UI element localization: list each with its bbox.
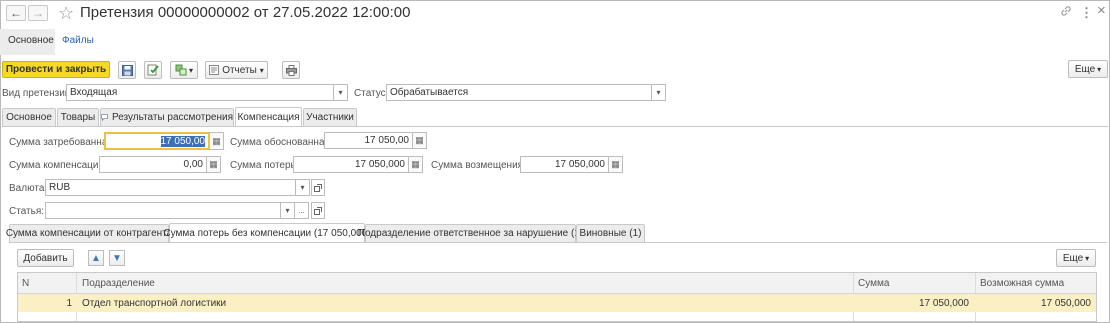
- forward-button[interactable]: →: [28, 5, 48, 21]
- arrow-left-icon: ←: [10, 6, 22, 20]
- column-header-sum[interactable]: Сумма: [858, 278, 889, 289]
- page-title: Претензия 00000000002 от 27.05.2022 12:0…: [80, 4, 411, 21]
- save-button[interactable]: [118, 61, 136, 79]
- more-vert-icon[interactable]: ⋮: [1080, 5, 1093, 21]
- loss-amount-label: Сумма потерь:: [230, 160, 299, 171]
- subtab-compensation-from-counterparty[interactable]: Сумма компенсации от контрагента: [6, 224, 172, 242]
- chevron-down-icon: ▾: [1085, 253, 1090, 263]
- tab-participants[interactable]: Участники: [303, 108, 357, 126]
- reimbursement-amount-label: Сумма возмещения:: [431, 160, 526, 171]
- column-header-possible-sum[interactable]: Возможная сумма: [980, 278, 1064, 289]
- article-label: Статья:: [9, 206, 45, 217]
- arrow-right-icon: →: [32, 6, 44, 20]
- arrow-down-icon: ▼: [112, 252, 122, 264]
- chevron-down-icon: ▾: [285, 206, 290, 215]
- section-tab-main[interactable]: Основное: [8, 35, 54, 46]
- subtab-responsible-department[interactable]: Подразделение ответственное за нарушение…: [358, 224, 583, 242]
- tab-compensation[interactable]: Компенсация: [235, 107, 302, 126]
- arrow-up-icon: ▲: [91, 252, 101, 264]
- row-number: 1: [66, 298, 72, 309]
- row-department: Отдел транспортной логистики: [82, 298, 227, 309]
- post-button[interactable]: [144, 61, 162, 79]
- add-button[interactable]: Добавить: [17, 249, 74, 267]
- reports-button[interactable]: Отчеты ▾: [205, 61, 268, 79]
- favorite-star-icon[interactable]: ☆: [58, 3, 74, 24]
- calculator-icon[interactable]: ▦: [409, 156, 423, 173]
- currency-field[interactable]: RUB: [45, 179, 296, 196]
- article-field[interactable]: [45, 202, 281, 219]
- more-button[interactable]: Еще ▾: [1068, 60, 1108, 78]
- print-icon: [285, 64, 297, 76]
- subtab-guilty[interactable]: Виновные (1): [576, 224, 645, 242]
- move-up-button[interactable]: ▲: [88, 250, 104, 266]
- status-label: Статус:: [354, 88, 389, 99]
- chevron-down-icon: ▾: [188, 65, 193, 75]
- subtab-loss-without-compensation[interactable]: Сумма потерь без компенсации (17 050,000…: [163, 223, 371, 242]
- create-based-icon: [175, 64, 187, 76]
- close-icon[interactable]: ×: [1097, 2, 1106, 19]
- claimed-amount-value: 17 050,00: [160, 136, 205, 147]
- form-tabs-line: [2, 126, 1108, 127]
- reports-icon: [209, 65, 220, 75]
- reports-label: Отчеты: [222, 64, 257, 76]
- post-and-close-button[interactable]: Провести и закрыть: [2, 61, 110, 78]
- open-link-icon: [314, 183, 322, 192]
- print-button[interactable]: [282, 61, 300, 79]
- table-more-button[interactable]: Еще ▾: [1056, 249, 1096, 267]
- save-icon: [121, 64, 133, 76]
- article-select-button[interactable]: ...: [295, 202, 309, 219]
- losses-table: N Подразделение Сумма Возможная сумма 1 …: [17, 272, 1097, 322]
- column-header-n[interactable]: N: [22, 278, 29, 289]
- calculator-icon[interactable]: ▦: [210, 132, 224, 150]
- status-dropdown[interactable]: ▾: [652, 84, 666, 101]
- link-icon[interactable]: [1060, 5, 1072, 20]
- compensation-amount-label: Сумма компенсации:: [9, 160, 107, 171]
- tab-goods[interactable]: Товары: [57, 108, 99, 126]
- reimbursement-amount-field[interactable]: 17 050,000: [520, 156, 609, 173]
- claim-type-dropdown[interactable]: ▾: [334, 84, 348, 101]
- back-button[interactable]: ←: [6, 5, 26, 21]
- section-tab-files[interactable]: Файлы: [62, 35, 94, 46]
- tab-results[interactable]: Результаты рассмотрения: [100, 108, 234, 126]
- chevron-down-icon: ▾: [656, 88, 661, 97]
- move-down-button[interactable]: ▼: [109, 250, 125, 266]
- calculator-icon[interactable]: ▦: [413, 132, 427, 149]
- comment-icon: [101, 114, 108, 122]
- claimed-amount-label: Сумма затребованная:: [9, 137, 116, 148]
- post-document-icon: [147, 64, 159, 76]
- status-field[interactable]: Обрабатывается: [386, 84, 652, 101]
- claimed-amount-field[interactable]: 17 050,00: [104, 132, 210, 150]
- more-label: Еще: [1074, 63, 1096, 75]
- justified-amount-field[interactable]: 17 050,00: [324, 132, 413, 149]
- article-dropdown[interactable]: ▾: [281, 202, 295, 219]
- chevron-down-icon: ▾: [1097, 64, 1102, 74]
- currency-label: Валюта:: [9, 183, 48, 194]
- table-row[interactable]: 1 Отдел транспортной логистики 17 050,00…: [18, 294, 1096, 312]
- tab-main[interactable]: Основное: [2, 108, 56, 126]
- currency-dropdown[interactable]: ▾: [296, 179, 310, 196]
- sub-tabs-line: [9, 242, 1107, 243]
- open-link-icon: [314, 206, 322, 215]
- loss-amount-field[interactable]: 17 050,000: [293, 156, 409, 173]
- column-header-department[interactable]: Подразделение: [82, 278, 155, 289]
- compensation-amount-field[interactable]: 0,00: [99, 156, 207, 173]
- chevron-down-icon: ▾: [300, 183, 305, 192]
- calculator-icon[interactable]: ▦: [207, 156, 221, 173]
- chevron-down-icon: ▾: [338, 88, 343, 97]
- table-header: [18, 273, 1096, 294]
- open-currency-button[interactable]: [311, 179, 325, 196]
- claim-type-label: Вид претензии:: [2, 88, 74, 99]
- chevron-down-icon: ▾: [259, 65, 264, 75]
- tab-results-label: Результаты рассмотрения: [111, 112, 233, 123]
- create-based-on-button[interactable]: ▾: [170, 61, 198, 79]
- calculator-icon[interactable]: ▦: [609, 156, 623, 173]
- row-possible-sum: 17 050,000: [1040, 298, 1091, 309]
- claim-type-field[interactable]: Входящая: [66, 84, 334, 101]
- row-sum: 17 050,000: [918, 298, 969, 309]
- table-more-label: Еще: [1062, 252, 1084, 264]
- open-article-button[interactable]: [311, 202, 325, 219]
- justified-amount-label: Сумма обоснованная:: [230, 137, 333, 148]
